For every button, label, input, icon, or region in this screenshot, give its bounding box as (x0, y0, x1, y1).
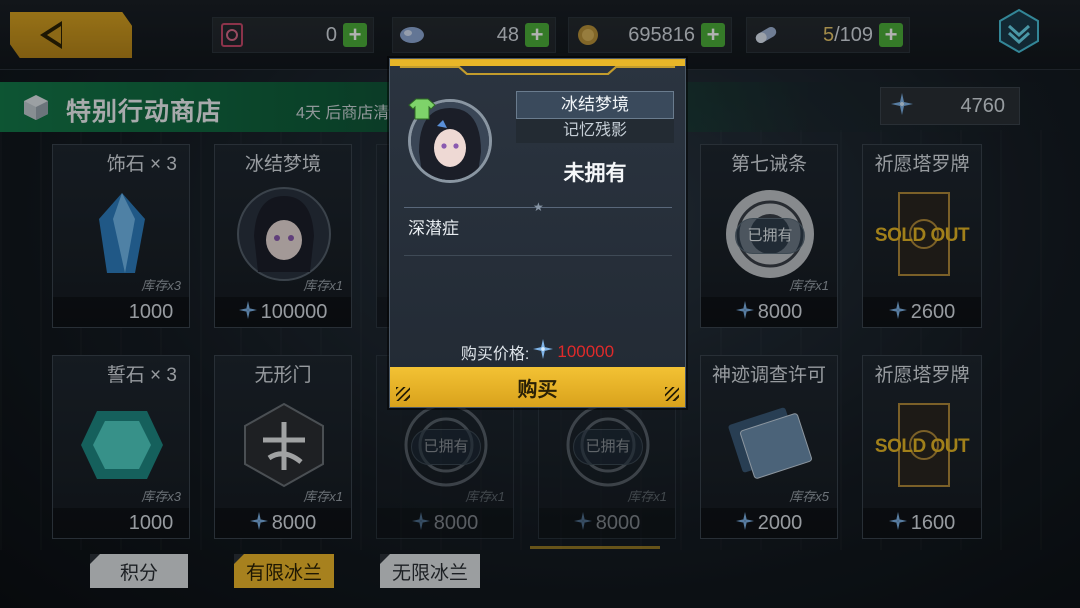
outfit-shirt-icon (408, 97, 436, 121)
dialog-owned-status: 未拥有 (563, 162, 627, 185)
buy-button[interactable]: 购买 (390, 367, 685, 407)
divider (404, 255, 672, 256)
price-value: 100000 (557, 341, 615, 361)
purchase-dialog: 冰结梦境 记忆残影 未拥有 ★ 深潜症 购买价格: 100000 购买 (389, 58, 686, 408)
dialog-top-trim (390, 59, 685, 75)
ice-flower-icon (533, 339, 554, 364)
dialog-description-title: 深潜症 (408, 219, 459, 238)
dialog-item-subtitle: 记忆残影 (516, 119, 674, 143)
price-label: 购买价格: (460, 345, 530, 363)
dialog-item-name: 冰结梦境 (516, 91, 674, 119)
dialog-price-row: 购买价格: 100000 (390, 339, 685, 364)
star-icon: ★ (533, 200, 544, 214)
